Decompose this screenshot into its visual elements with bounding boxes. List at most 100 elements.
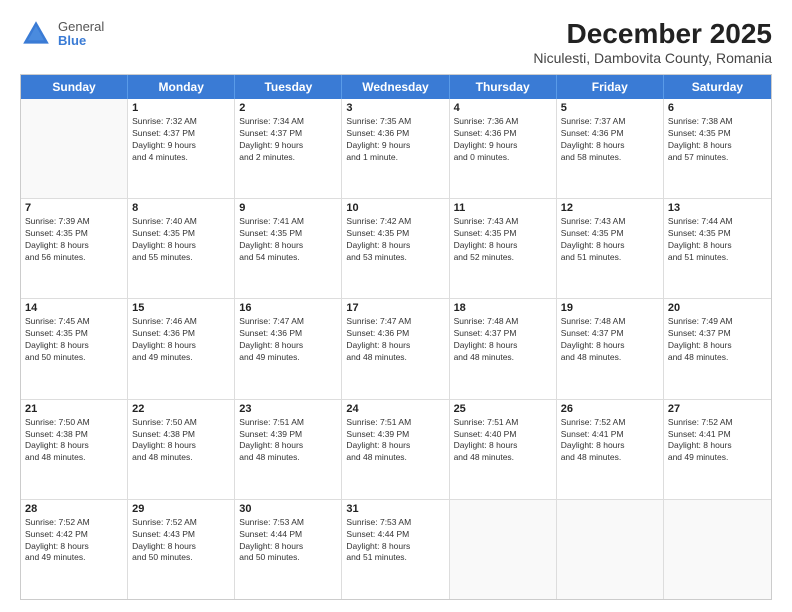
day-number: 8 — [132, 202, 230, 214]
cal-cell: 18 Sunrise: 7:48 AM Sunset: 4:37 PM Dayli… — [450, 299, 557, 398]
cal-cell: 3 Sunrise: 7:35 AM Sunset: 4:36 PM Daylig… — [342, 99, 449, 198]
page: General Blue December 2025 Niculesti, Da… — [0, 0, 792, 612]
day-info: Sunrise: 7:47 AM Sunset: 4:36 PM Dayligh… — [346, 316, 444, 364]
cal-cell: 7 Sunrise: 7:39 AM Sunset: 4:35 PM Daylig… — [21, 199, 128, 298]
day-info: Sunrise: 7:43 AM Sunset: 4:35 PM Dayligh… — [561, 216, 659, 264]
cal-cell: 13Sunrise: 7:44 AM Sunset: 4:35 PM Dayli… — [664, 199, 771, 298]
day-number: 12 — [561, 202, 659, 214]
day-info: Sunrise: 7:52 AM Sunset: 4:42 PM Dayligh… — [25, 517, 123, 565]
day-number: 3 — [346, 102, 444, 114]
cal-cell: 25 Sunrise: 7:51 AM Sunset: 4:40 PM Dayli… — [450, 400, 557, 499]
day-info: Sunrise: 7:38 AM Sunset: 4:35 PM Dayligh… — [668, 116, 767, 164]
cal-cell — [450, 500, 557, 599]
day-number: 22 — [132, 403, 230, 415]
day-number: 27 — [668, 403, 767, 415]
calendar-body: 1Sunrise: 7:32 AM Sunset: 4:37 PM Daylig… — [21, 99, 771, 599]
day-info: Sunrise: 7:48 AM Sunset: 4:37 PM Dayligh… — [561, 316, 659, 364]
cal-cell: 30 Sunrise: 7:53 AM Sunset: 4:44 PM Dayli… — [235, 500, 342, 599]
day-number: 6 — [668, 102, 767, 114]
cal-cell: 14 Sunrise: 7:45 AM Sunset: 4:35 PM Dayli… — [21, 299, 128, 398]
cal-cell: 16 Sunrise: 7:47 AM Sunset: 4:36 PM Dayli… — [235, 299, 342, 398]
day-info: Sunrise: 7:47 AM Sunset: 4:36 PM Dayligh… — [239, 316, 337, 364]
cal-cell: 11 Sunrise: 7:43 AM Sunset: 4:35 PM Dayli… — [450, 199, 557, 298]
calendar: SundayMondayTuesdayWednesdayThursdayFrid… — [20, 74, 772, 600]
day-info: Sunrise: 7:50 AM Sunset: 4:38 PM Dayligh… — [25, 417, 123, 465]
logo: General Blue — [20, 18, 104, 50]
cal-cell: 19 Sunrise: 7:48 AM Sunset: 4:37 PM Dayli… — [557, 299, 664, 398]
calendar-title: December 2025 — [533, 18, 772, 50]
week-row-4: 21 Sunrise: 7:50 AM Sunset: 4:38 PM Dayli… — [21, 400, 771, 500]
day-number: 1 — [132, 102, 230, 114]
cal-cell: 6 Sunrise: 7:38 AM Sunset: 4:35 PM Daylig… — [664, 99, 771, 198]
day-info: Sunrise: 7:50 AM Sunset: 4:38 PM Dayligh… — [132, 417, 230, 465]
week-row-2: 7 Sunrise: 7:39 AM Sunset: 4:35 PM Daylig… — [21, 199, 771, 299]
cal-cell: 10Sunrise: 7:42 AM Sunset: 4:35 PM Dayli… — [342, 199, 449, 298]
cal-cell: 24Sunrise: 7:51 AM Sunset: 4:39 PM Dayli… — [342, 400, 449, 499]
cal-cell: 8 Sunrise: 7:40 AM Sunset: 4:35 PM Daylig… — [128, 199, 235, 298]
day-of-week-monday: Monday — [128, 75, 235, 99]
day-number: 7 — [25, 202, 123, 214]
day-number: 17 — [346, 302, 444, 314]
day-number: 18 — [454, 302, 552, 314]
day-number: 25 — [454, 403, 552, 415]
day-number: 23 — [239, 403, 337, 415]
logo-line2: Blue — [58, 34, 104, 48]
day-number: 19 — [561, 302, 659, 314]
day-number: 30 — [239, 503, 337, 515]
cal-cell — [21, 99, 128, 198]
day-number: 20 — [668, 302, 767, 314]
logo-text: General Blue — [58, 20, 104, 49]
day-info: Sunrise: 7:35 AM Sunset: 4:36 PM Dayligh… — [346, 116, 444, 164]
day-number: 28 — [25, 503, 123, 515]
day-number: 16 — [239, 302, 337, 314]
day-info: Sunrise: 7:52 AM Sunset: 4:43 PM Dayligh… — [132, 517, 230, 565]
day-of-week-thursday: Thursday — [450, 75, 557, 99]
day-info: Sunrise: 7:45 AM Sunset: 4:35 PM Dayligh… — [25, 316, 123, 364]
day-number: 11 — [454, 202, 552, 214]
day-info: Sunrise: 7:51 AM Sunset: 4:39 PM Dayligh… — [239, 417, 337, 465]
cal-cell: 29 Sunrise: 7:52 AM Sunset: 4:43 PM Dayli… — [128, 500, 235, 599]
day-number: 21 — [25, 403, 123, 415]
cal-cell — [664, 500, 771, 599]
cal-cell: 27 Sunrise: 7:52 AM Sunset: 4:41 PM Dayli… — [664, 400, 771, 499]
cal-cell: 1Sunrise: 7:32 AM Sunset: 4:37 PM Daylig… — [128, 99, 235, 198]
day-info: Sunrise: 7:43 AM Sunset: 4:35 PM Dayligh… — [454, 216, 552, 264]
day-info: Sunrise: 7:34 AM Sunset: 4:37 PM Dayligh… — [239, 116, 337, 164]
week-row-1: 1Sunrise: 7:32 AM Sunset: 4:37 PM Daylig… — [21, 99, 771, 199]
header: General Blue December 2025 Niculesti, Da… — [20, 18, 772, 66]
cal-cell: 23 Sunrise: 7:51 AM Sunset: 4:39 PM Dayli… — [235, 400, 342, 499]
cal-cell: 5Sunrise: 7:37 AM Sunset: 4:36 PM Daylig… — [557, 99, 664, 198]
day-info: Sunrise: 7:48 AM Sunset: 4:37 PM Dayligh… — [454, 316, 552, 364]
cal-cell: 15Sunrise: 7:46 AM Sunset: 4:36 PM Dayli… — [128, 299, 235, 398]
day-info: Sunrise: 7:51 AM Sunset: 4:39 PM Dayligh… — [346, 417, 444, 465]
day-of-week-wednesday: Wednesday — [342, 75, 449, 99]
cal-cell: 2Sunrise: 7:34 AM Sunset: 4:37 PM Daylig… — [235, 99, 342, 198]
calendar-header-row: SundayMondayTuesdayWednesdayThursdayFrid… — [21, 75, 771, 99]
day-info: Sunrise: 7:49 AM Sunset: 4:37 PM Dayligh… — [668, 316, 767, 364]
day-number: 29 — [132, 503, 230, 515]
day-info: Sunrise: 7:42 AM Sunset: 4:35 PM Dayligh… — [346, 216, 444, 264]
week-row-3: 14 Sunrise: 7:45 AM Sunset: 4:35 PM Dayli… — [21, 299, 771, 399]
cal-cell: 22 Sunrise: 7:50 AM Sunset: 4:38 PM Dayli… — [128, 400, 235, 499]
day-of-week-sunday: Sunday — [21, 75, 128, 99]
day-number: 13 — [668, 202, 767, 214]
day-info: Sunrise: 7:51 AM Sunset: 4:40 PM Dayligh… — [454, 417, 552, 465]
cal-cell: 21 Sunrise: 7:50 AM Sunset: 4:38 PM Dayli… — [21, 400, 128, 499]
day-number: 14 — [25, 302, 123, 314]
cal-cell: 20 Sunrise: 7:49 AM Sunset: 4:37 PM Dayli… — [664, 299, 771, 398]
cal-cell: 31Sunrise: 7:53 AM Sunset: 4:44 PM Dayli… — [342, 500, 449, 599]
cal-cell: 9Sunrise: 7:41 AM Sunset: 4:35 PM Daylig… — [235, 199, 342, 298]
day-info: Sunrise: 7:37 AM Sunset: 4:36 PM Dayligh… — [561, 116, 659, 164]
cal-cell — [557, 500, 664, 599]
day-info: Sunrise: 7:46 AM Sunset: 4:36 PM Dayligh… — [132, 316, 230, 364]
cal-cell: 28 Sunrise: 7:52 AM Sunset: 4:42 PM Dayli… — [21, 500, 128, 599]
day-of-week-tuesday: Tuesday — [235, 75, 342, 99]
title-block: December 2025 Niculesti, Dambovita Count… — [533, 18, 772, 66]
day-info: Sunrise: 7:40 AM Sunset: 4:35 PM Dayligh… — [132, 216, 230, 264]
cal-cell: 12 Sunrise: 7:43 AM Sunset: 4:35 PM Dayli… — [557, 199, 664, 298]
day-info: Sunrise: 7:52 AM Sunset: 4:41 PM Dayligh… — [668, 417, 767, 465]
week-row-5: 28 Sunrise: 7:52 AM Sunset: 4:42 PM Dayli… — [21, 500, 771, 599]
day-info: Sunrise: 7:53 AM Sunset: 4:44 PM Dayligh… — [239, 517, 337, 565]
day-info: Sunrise: 7:39 AM Sunset: 4:35 PM Dayligh… — [25, 216, 123, 264]
day-info: Sunrise: 7:53 AM Sunset: 4:44 PM Dayligh… — [346, 517, 444, 565]
